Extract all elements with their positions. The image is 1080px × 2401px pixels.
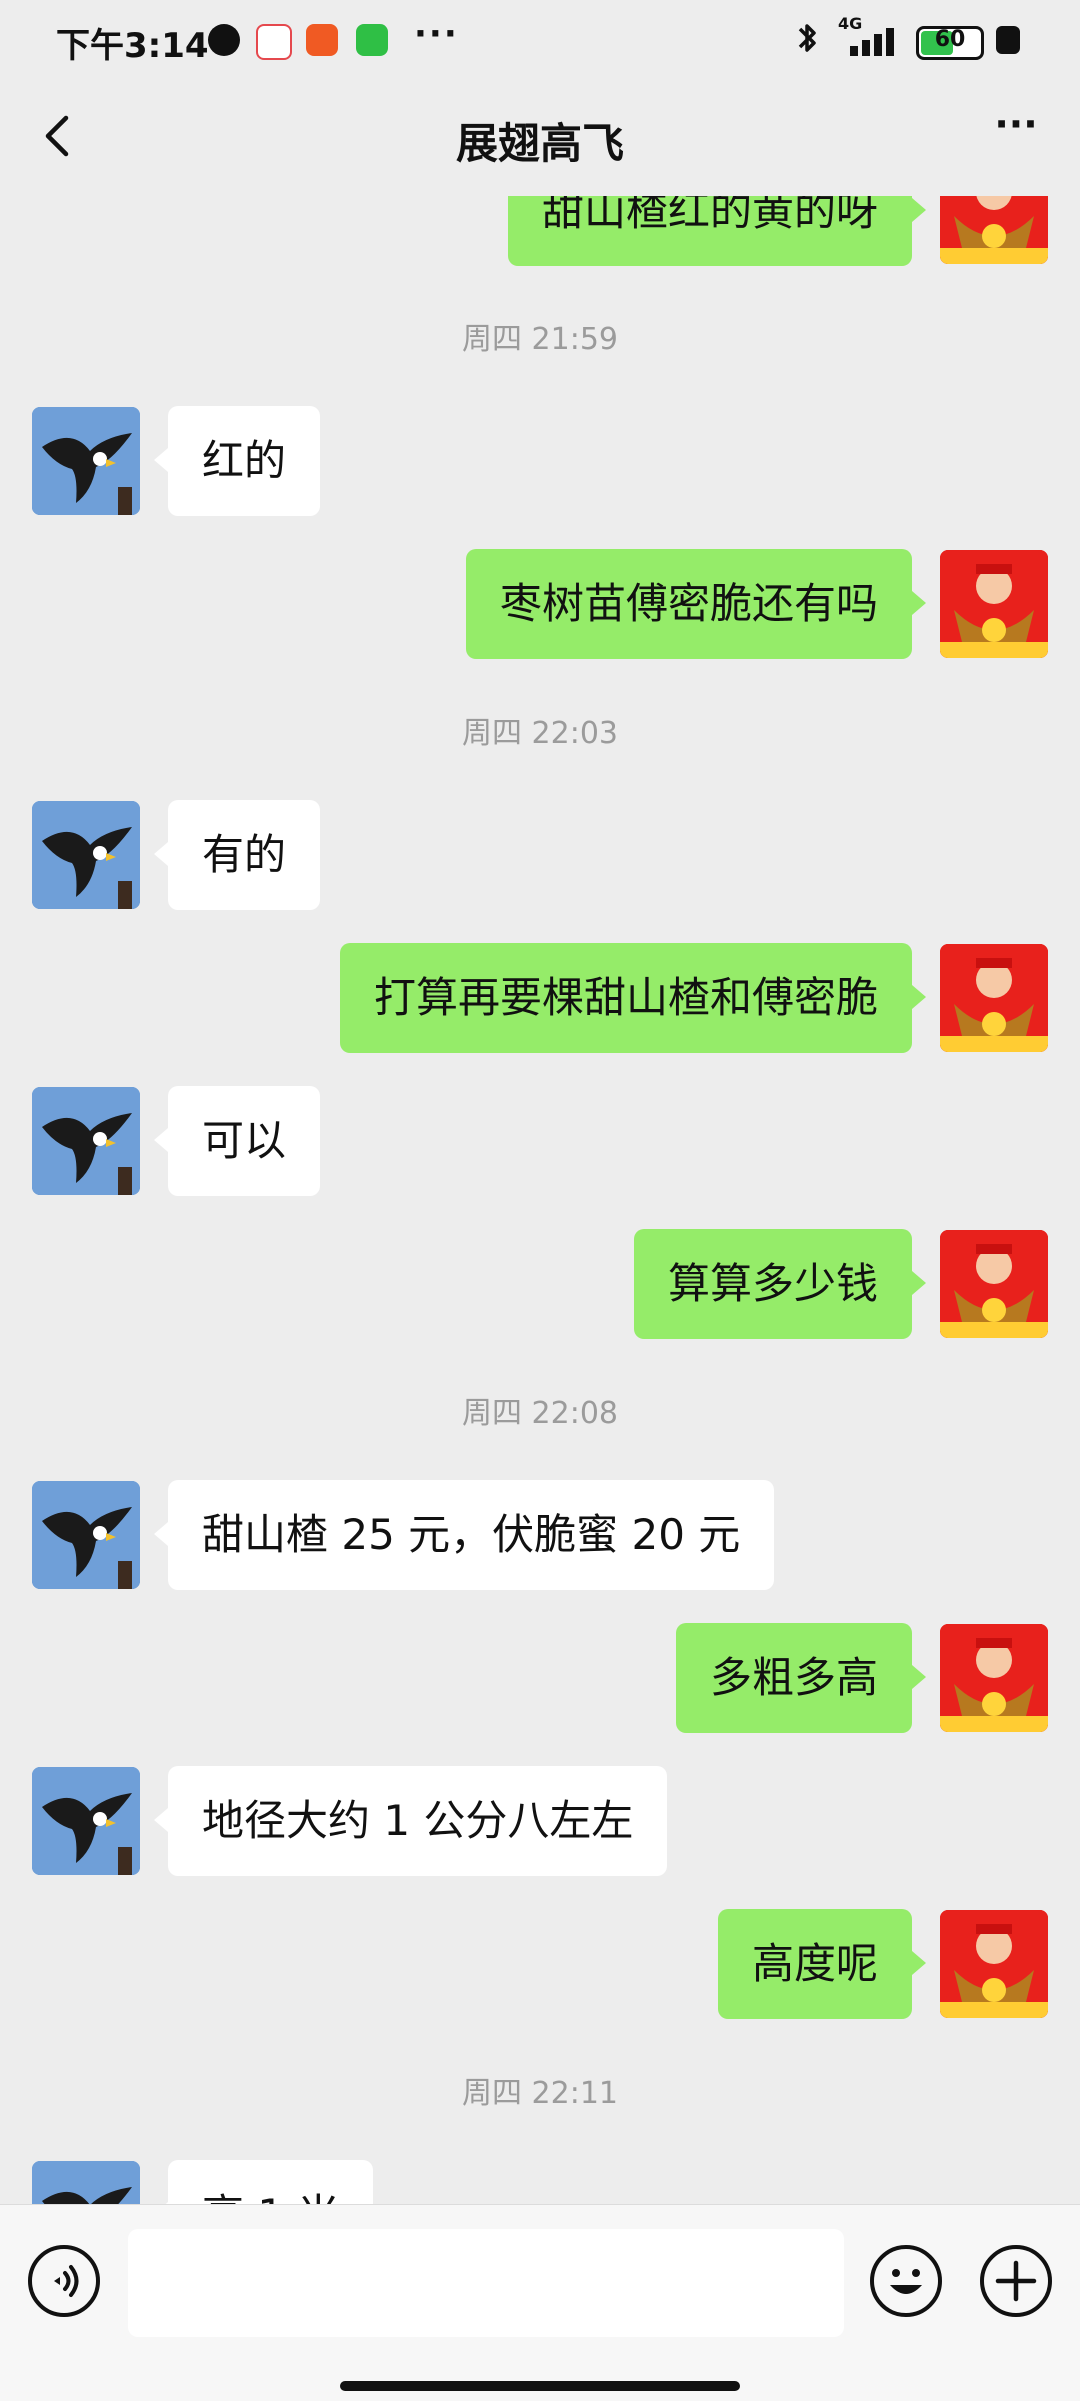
avatar-self[interactable] [940, 1230, 1048, 1338]
avatar-contact[interactable] [32, 407, 140, 515]
message-icon [356, 24, 388, 56]
timestamp: 周四 22:03 [462, 716, 618, 751]
voice-button[interactable] [28, 2245, 100, 2317]
app-icon [256, 24, 292, 60]
more-icon: ··· [414, 14, 459, 54]
avatar-self[interactable] [940, 196, 1048, 264]
message-bubble-self[interactable]: 打算再要棵甜山楂和傅密脆 [339, 943, 927, 1053]
chat-title: 展翅高飞 [455, 119, 624, 168]
avatar-self[interactable] [940, 944, 1048, 1052]
input-bar [0, 2204, 1080, 2401]
avatar-contact[interactable] [32, 801, 140, 909]
taobao-icon [306, 24, 338, 56]
timestamp: 周四 22:11 [462, 2076, 618, 2111]
timestamp: 周四 22:08 [462, 1396, 618, 1431]
avatar-contact[interactable] [32, 2161, 140, 2206]
message-bubble-self[interactable]: 高度呢 [717, 1909, 927, 2019]
chat-header: 展翅高飞 ··· [0, 84, 1080, 196]
avatar-contact[interactable] [32, 1481, 140, 1589]
emoji-button[interactable] [870, 2245, 942, 2317]
message-bubble-self[interactable]: 甜山楂红的黄的呀 [507, 196, 927, 266]
avatar-self[interactable] [940, 1910, 1048, 2018]
message-bubble-self[interactable]: 枣树苗傅密脆还有吗 [465, 549, 927, 659]
alarm-icon [208, 24, 240, 56]
charging-icon [996, 26, 1020, 54]
message-bubble-contact[interactable]: 地径大约 1 公分八左左 [153, 1766, 668, 1876]
message-bubble-self[interactable]: 多粗多高 [675, 1623, 927, 1733]
ellipsis-icon: ··· [994, 102, 1038, 146]
message-bubble-contact[interactable]: 甜山楂 25 元，伏脆蜜 20 元 [153, 1480, 775, 1590]
message-list-lower[interactable]: 算算多少钱 周四 22:08 甜山楂 25 元，伏脆蜜 20 元 多粗多高 地径… [0, 1206, 1080, 2206]
avatar-contact[interactable] [32, 1087, 140, 1195]
network-label: 4G [838, 14, 863, 33]
plus-icon [995, 2260, 1037, 2302]
bluetooth-icon [792, 20, 822, 65]
status-time: 下午3:14 [56, 26, 209, 66]
message-bubble-contact[interactable]: 红的 [153, 406, 321, 516]
message-bubble-self[interactable]: 算算多少钱 [633, 1229, 927, 1339]
avatar-self[interactable] [940, 1624, 1048, 1732]
more-options-button[interactable]: ··· [986, 102, 1046, 162]
avatar-contact[interactable] [32, 1767, 140, 1875]
avatar-self[interactable] [940, 550, 1048, 658]
message-input[interactable] [128, 2229, 844, 2337]
emoji-icon [890, 2269, 922, 2294]
voice-icon [54, 2265, 79, 2297]
message-bubble-contact[interactable]: 高 1 米 [153, 2160, 374, 2206]
plus-button[interactable] [980, 2245, 1052, 2317]
message-bubble-contact[interactable]: 有的 [153, 800, 321, 910]
signal-icon: 4G [836, 14, 900, 56]
message-bubble-contact[interactable]: 可以 [153, 1086, 321, 1196]
battery-icon: 60 [916, 26, 984, 60]
message-list[interactable]: 甜山楂红的黄的呀 周四 21:59 红的 枣树苗傅密脆还有吗 周四 22:03 … [0, 196, 1080, 1206]
battery-percent: 60 [934, 27, 966, 52]
timestamp: 周四 21:59 [462, 322, 618, 357]
status-bar: 下午3:14 ··· 4G 60 [0, 0, 1080, 84]
home-indicator[interactable] [340, 2381, 740, 2391]
